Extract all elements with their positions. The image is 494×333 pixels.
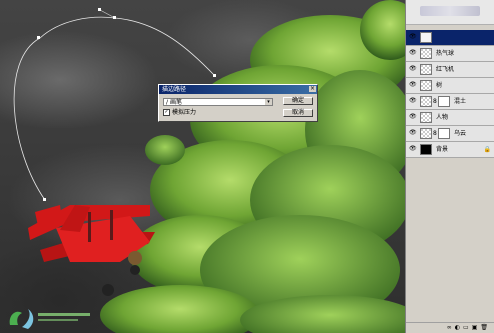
layer-name: 背景	[436, 146, 449, 153]
stroke-path-dialog: 描边路径 × ∕ 画笔 ▾ ✓ 模拟压力 确定 取消	[158, 84, 318, 122]
layer-name: 红飞机	[436, 66, 455, 73]
layer-thumbnail	[420, 112, 432, 123]
simulate-pressure-checkbox[interactable]: ✓ 模拟压力	[163, 109, 196, 116]
eye-icon[interactable]: 👁	[409, 82, 417, 88]
new-layer-icon[interactable]: ▣	[472, 323, 478, 333]
layer-name: 乌云	[454, 130, 467, 137]
eye-icon[interactable]: 👁	[409, 130, 417, 136]
link-icon[interactable]: 8	[433, 98, 437, 105]
layer-thumbnail	[420, 144, 432, 155]
layer-row[interactable]: 👁 背景 🔒	[406, 142, 494, 158]
tool-select-value: 画笔	[169, 99, 182, 106]
layer-style-icon[interactable]: ◐	[455, 323, 460, 333]
add-mask-icon[interactable]: ▭	[463, 323, 469, 333]
close-icon[interactable]: ×	[309, 86, 316, 92]
eye-icon[interactable]: 👁	[409, 66, 417, 72]
layer-thumbnail	[420, 96, 432, 107]
layer-thumbnail	[420, 32, 432, 43]
layer-mask-thumbnail[interactable]	[438, 128, 450, 139]
tool-select[interactable]: ∕ 画笔 ▾	[163, 98, 273, 106]
trash-icon[interactable]: 🗑	[480, 323, 488, 333]
tree-foliage	[100, 0, 405, 333]
eye-icon[interactable]: 👁	[409, 146, 417, 152]
layer-row[interactable]: 👁 人物	[406, 110, 494, 126]
cancel-button[interactable]: 取消	[283, 109, 313, 117]
layer-name: 树	[436, 82, 443, 89]
eye-icon[interactable]: 👁	[409, 50, 417, 56]
layer-row[interactable]: 👁 红飞机	[406, 62, 494, 78]
layers-panel-header	[406, 0, 494, 25]
chevron-down-icon[interactable]: ▾	[265, 99, 272, 105]
simulate-pressure-label: 模拟压力	[172, 109, 197, 116]
link-layers-icon[interactable]: ∞	[447, 323, 452, 333]
layer-row[interactable]: 👁 热气球	[406, 46, 494, 62]
layer-row[interactable]: 👁 8 乌云	[406, 126, 494, 142]
layer-thumbnail	[420, 128, 432, 139]
dialog-title: 描边路径	[162, 86, 187, 93]
layers-panel: 👁 👁 热气球 👁 红飞机 👁 树 👁 8 混土 👁 人物 👁 8 乌云 👁 背景 🔒 ∞ ◐ ▭ ▣ 🗑	[405, 0, 494, 333]
layer-thumbnail	[420, 80, 432, 91]
eye-icon[interactable]: 👁	[409, 98, 417, 104]
blurred-header	[420, 6, 480, 16]
layer-thumbnail	[420, 48, 432, 59]
checkbox-box[interactable]: ✓	[163, 109, 170, 116]
layer-name: 热气球	[436, 50, 455, 57]
dialog-titlebar[interactable]: 描边路径 ×	[159, 85, 317, 94]
eye-icon[interactable]: 👁	[409, 114, 417, 120]
eye-icon[interactable]: 👁	[409, 34, 417, 40]
red-biplane	[28, 205, 155, 296]
layer-row[interactable]: 👁 8 混土	[406, 94, 494, 110]
layer-name: 人物	[436, 114, 449, 121]
lock-icon: 🔒	[483, 146, 491, 153]
canvas-artwork	[13, 0, 405, 333]
layer-mask-thumbnail[interactable]	[438, 96, 450, 107]
watermark-logo	[9, 309, 90, 329]
layer-thumbnail	[420, 64, 432, 75]
ok-button[interactable]: 确定	[283, 97, 313, 105]
link-icon[interactable]: 8	[433, 130, 437, 137]
layer-row[interactable]: 👁 树	[406, 78, 494, 94]
layer-row[interactable]: 👁	[406, 30, 494, 46]
layer-name: 混土	[454, 98, 467, 105]
document-canvas[interactable]: 描边路径 × ∕ 画笔 ▾ ✓ 模拟压力 确定 取消	[0, 0, 405, 333]
layers-panel-footer: ∞ ◐ ▭ ▣ 🗑	[406, 322, 494, 333]
footer-icons[interactable]: ∞ ◐ ▭ ▣ 🗑	[447, 323, 491, 333]
